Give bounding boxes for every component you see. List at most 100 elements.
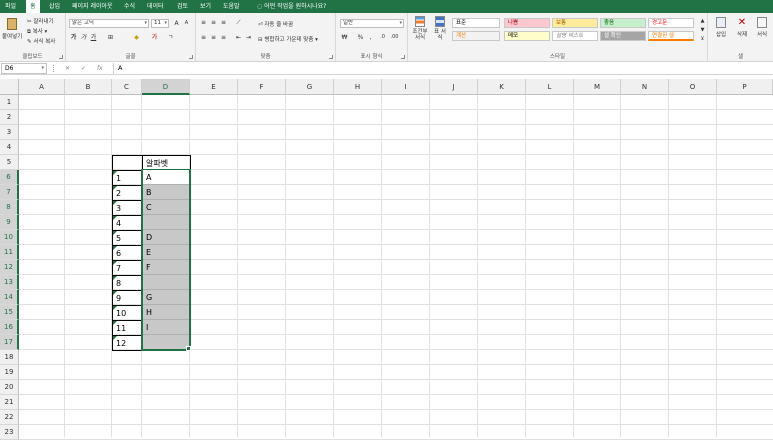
cancel-icon[interactable]: ✕ [65,63,70,74]
number-format-select[interactable]: 일반 ▾ [340,19,404,28]
row-header[interactable]: 7 [0,185,19,200]
cell-style-item[interactable]: 보통 [552,18,598,28]
column-header[interactable]: I [382,79,430,95]
column-header[interactable]: B [65,79,112,95]
column-header[interactable]: C [112,79,142,95]
letter-cell[interactable]: E [143,245,190,260]
column-header[interactable]: N [621,79,669,95]
letter-cell[interactable]: I [143,320,190,335]
cell-style-item[interactable]: 좋음 [600,18,646,28]
cell-style-item[interactable]: 표준 [452,18,500,28]
row-header[interactable]: 12 [0,260,19,275]
tab-insert[interactable]: 삽입 [45,0,64,13]
delete-cells-button[interactable]: ✕ 삭제 [733,17,751,38]
column-header[interactable]: E [190,79,238,95]
italic-icon[interactable]: 가 [79,33,88,42]
row-header[interactable]: 18 [0,350,19,365]
format-cells-button[interactable]: 서식 [753,17,771,38]
increase-indent-icon[interactable]: ⇥ [244,33,253,42]
tab-page-layout[interactable]: 페이지 레이아웃 [68,0,117,13]
row-header[interactable]: 10 [0,230,19,245]
insert-cells-button[interactable]: 삽입 [712,17,730,38]
wrap-text-button[interactable]: ⏎ 자동 줄 바꿈 [258,20,293,28]
phonetic-icon[interactable]: ㄱ [166,33,175,42]
cell-c5[interactable] [112,155,143,171]
tab-home[interactable]: 홈 [26,0,40,13]
alignment-launcher-icon[interactable] [329,55,333,59]
letter-cell[interactable] [143,275,190,290]
decrease-decimal-icon[interactable]: .00 [390,33,399,42]
decrease-indent-icon[interactable]: ⇤ [234,33,243,42]
align-top-icon[interactable]: ≡ [199,18,208,27]
tab-review[interactable]: 검토 [173,0,192,13]
row-header[interactable]: 1 [0,95,19,110]
fill-color-icon[interactable]: ◆ [132,33,141,42]
row-header[interactable]: 19 [0,365,19,380]
tab-data[interactable]: 데이터 [143,0,168,13]
tab-formulas[interactable]: 수식 [120,0,139,13]
cell-style-item[interactable]: 경고문 [648,18,694,28]
font-launcher-icon[interactable] [189,55,193,59]
format-painter-button[interactable]: ✎ 서식 복사 [27,37,55,45]
accounting-icon[interactable]: ₩ [340,33,349,42]
increase-font-icon[interactable]: A [172,19,181,28]
letter-cell[interactable] [143,335,190,350]
orientation-icon[interactable]: ⟋ [234,18,243,27]
column-header[interactable]: K [478,79,526,95]
paste-button[interactable]: 붙여넣기 [2,16,22,46]
column-header[interactable]: P [717,79,773,95]
cut-button[interactable]: ✂ 잘라내기 [27,17,54,25]
column-header[interactable]: G [286,79,334,95]
comma-icon[interactable]: , [366,33,375,42]
format-as-table-button[interactable]: 표 서식 [432,16,448,41]
align-center-icon[interactable]: ≡ [209,33,218,42]
gallery-up-icon[interactable]: ▲ [698,17,707,26]
column-header[interactable]: D [142,79,190,95]
clipboard-launcher-icon[interactable] [59,55,63,59]
cell-style-item[interactable]: 설명 텍스트 [552,31,598,41]
decrease-font-icon[interactable]: A [182,19,191,28]
row-header[interactable]: 23 [0,425,19,440]
merge-center-button[interactable]: ⊟ 병합하고 가운데 맞춤 ▾ [258,35,318,43]
row-header[interactable]: 11 [0,245,19,260]
row-header[interactable]: 17 [0,335,19,350]
active-cell-d6[interactable]: A [143,170,189,184]
row-header[interactable]: 2 [0,110,19,125]
column-header[interactable]: H [334,79,382,95]
tab-view[interactable]: 보기 [196,0,215,13]
row-header[interactable]: 6 [0,170,19,185]
gallery-down-icon[interactable]: ▼ [698,26,707,35]
column-header[interactable]: O [669,79,717,95]
percent-icon[interactable]: % [356,33,365,42]
row-header[interactable]: 22 [0,410,19,425]
copy-button[interactable]: ⧉ 복사 ▾ [27,27,47,36]
row-header[interactable]: 8 [0,200,19,215]
font-color-icon[interactable]: 가 [150,33,159,42]
select-all-corner[interactable] [0,79,19,95]
insert-function-icon[interactable]: fx [97,63,103,74]
row-header[interactable]: 15 [0,305,19,320]
cell-style-item[interactable]: 계산 [452,31,500,41]
align-right-icon[interactable]: ≡ [219,33,228,42]
table-header-alphabet[interactable]: 알파벳 [142,155,191,171]
align-bottom-icon[interactable]: ≡ [219,18,228,27]
name-box[interactable]: D6 ▾ [1,63,47,74]
row-header[interactable]: 21 [0,395,19,410]
formula-input[interactable]: A [113,63,770,74]
number-launcher-icon[interactable] [401,55,405,59]
enter-icon[interactable]: ✓ [81,63,86,74]
row-header[interactable]: 9 [0,215,19,230]
cell-style-item[interactable]: 메모 [504,31,550,41]
cell-style-item[interactable]: 셀 확인 [600,31,646,41]
letter-cell[interactable]: H [143,305,190,320]
column-header[interactable]: J [430,79,478,95]
letter-cell[interactable]: G [143,290,190,305]
row-header[interactable]: 4 [0,140,19,155]
column-header[interactable]: L [526,79,574,95]
letter-cell[interactable] [143,215,190,230]
bold-icon[interactable]: 가 [69,33,78,42]
cell-style-item[interactable]: 나쁨 [504,18,550,28]
align-left-icon[interactable]: ≡ [199,33,208,42]
row-header[interactable]: 13 [0,275,19,290]
column-header[interactable]: F [238,79,286,95]
